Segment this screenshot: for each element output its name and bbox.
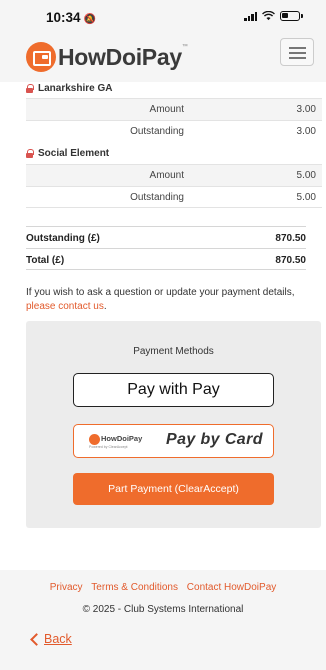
hamburger-menu-button[interactable]	[280, 38, 314, 66]
terms-link[interactable]: Terms & Conditions	[91, 582, 178, 593]
copyright: © 2025 - Club Systems International	[82, 604, 244, 615]
payment-methods-panel: Payment Methods Pay with Pay HowDoiPay P…	[26, 321, 321, 528]
powered-by-text: Powered by ClearAccept	[89, 445, 128, 449]
row-label: Outstanding	[130, 192, 184, 203]
group-name: Social Element	[38, 147, 110, 159]
group-name: Lanarkshire GA	[38, 82, 113, 94]
mini-brand-name: HowDoiPay	[101, 434, 143, 443]
row-value: 5.00	[296, 170, 316, 181]
contact-suffix: .	[103, 301, 107, 312]
footer: Privacy Terms & Conditions Contact HowDo…	[0, 570, 326, 670]
hamburger-menu-icon	[289, 47, 306, 49]
apple-pay-prefix: Pay with	[127, 381, 188, 398]
payment-page: 10:34 🔕 HowDoiPay ™ Lanarkshire GA Amoun…	[0, 0, 326, 670]
app-header: HowDoiPay ™	[0, 32, 326, 82]
pay-by-card-button[interactable]: HowDoiPay Powered by ClearAccept Pay by …	[73, 424, 274, 458]
apple-pay-button[interactable]: Pay with Pay	[73, 373, 274, 407]
back-link[interactable]: Back	[29, 632, 72, 646]
row-label: Amount	[149, 104, 184, 115]
howdoipay-logo[interactable]: HowDoiPay ™	[26, 42, 188, 72]
bell-slash-icon: 🔕	[83, 14, 96, 25]
detail-row: Amount 3.00	[26, 98, 322, 120]
apple-pay-suffix: Pay	[192, 381, 220, 398]
total-label: Total (£)	[26, 255, 65, 266]
lock-icon	[26, 83, 34, 93]
status-time-text: 10:34	[46, 10, 81, 25]
total-row: Total (£) 870.50	[26, 248, 306, 270]
wifi-icon	[262, 11, 275, 21]
contact-howdoipay-link[interactable]: Contact HowDoiPay	[187, 582, 276, 593]
footer-links: Privacy Terms & Conditions Contact HowDo…	[0, 582, 326, 593]
total-label: Outstanding (£)	[26, 233, 100, 244]
total-value: 870.50	[275, 255, 306, 266]
total-value: 870.50	[275, 233, 306, 244]
part-payment-button[interactable]: Part Payment (ClearAccept)	[73, 473, 274, 505]
row-value: 3.00	[296, 126, 316, 137]
status-time: 10:34 🔕	[46, 10, 96, 25]
status-bar: 10:34 🔕	[0, 0, 326, 32]
detail-row: Amount 5.00	[26, 164, 322, 186]
contact-note: If you wish to ask a question or update …	[26, 286, 316, 314]
trademark: ™	[181, 44, 188, 50]
detail-row: Outstanding 5.00	[26, 186, 322, 208]
pay-by-card-label: Pay by Card	[166, 431, 263, 448]
group-header: Lanarkshire GA	[26, 78, 112, 98]
row-value: 3.00	[296, 104, 316, 115]
row-label: Amount	[149, 170, 184, 181]
row-label: Outstanding	[130, 126, 184, 137]
cellular-signal-icon	[244, 11, 257, 21]
contact-us-link[interactable]: please contact us	[26, 301, 104, 312]
lock-icon	[26, 148, 34, 158]
battery-icon	[280, 11, 303, 21]
status-icons	[244, 11, 303, 21]
wallet-logo-icon	[89, 434, 100, 445]
group-header: Social Element	[26, 143, 109, 163]
payment-methods-title: Payment Methods	[133, 346, 214, 357]
detail-row: Outstanding 3.00	[26, 120, 322, 142]
total-row: Outstanding (£) 870.50	[26, 226, 306, 248]
back-label: Back	[44, 632, 72, 646]
brand-name: HowDoiPay	[58, 43, 182, 70]
wallet-logo-icon	[26, 42, 56, 72]
row-value: 5.00	[296, 192, 316, 203]
howdoipay-mini-logo: HowDoiPay Powered by ClearAccept	[89, 433, 149, 451]
chevron-left-icon	[30, 632, 43, 646]
contact-text: If you wish to ask a question or update …	[26, 287, 295, 298]
privacy-link[interactable]: Privacy	[50, 582, 83, 593]
